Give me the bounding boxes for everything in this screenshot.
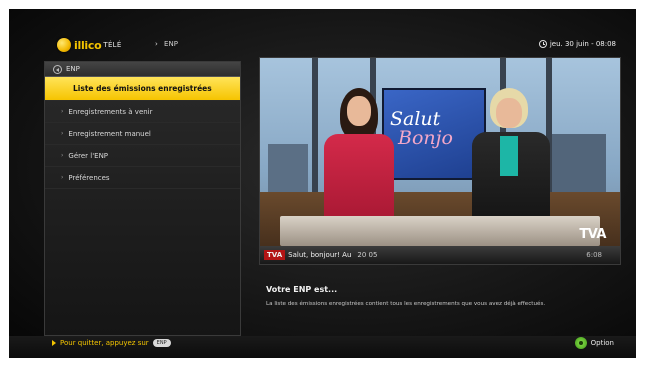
green-option-icon bbox=[574, 337, 587, 349]
menu-item-manual-recording[interactable]: › Enregistrement manuel bbox=[45, 123, 240, 145]
news-desk bbox=[280, 216, 600, 246]
back-icon bbox=[53, 64, 62, 74]
menu-header-label: ENP bbox=[66, 65, 80, 73]
ticker-text: Salut, bonjour! Au bbox=[288, 251, 352, 259]
illico-logo: illico TÉLÉ bbox=[57, 37, 122, 53]
quit-hint-label: Pour quitter, appuyez sur bbox=[60, 339, 149, 347]
datetime-label: jeu. 30 juin - 08:08 bbox=[549, 40, 616, 48]
menu-item-label: Enregistrement manuel bbox=[68, 129, 151, 138]
menu-item-manage-enp[interactable]: › Gérer l'ENP bbox=[45, 145, 240, 167]
option-label: Option bbox=[590, 339, 614, 347]
live-preview: Salut Bonjo TVA TVA Salut, bonjour! Au 2… bbox=[259, 57, 621, 265]
logo-sub: TÉLÉ bbox=[103, 41, 122, 49]
menu-item-label: Gérer l'ENP bbox=[68, 151, 109, 160]
quit-hint: Pour quitter, appuyez sur ENP bbox=[52, 339, 171, 347]
option-button[interactable]: Option bbox=[574, 337, 614, 349]
ticker-numbers: 20 05 bbox=[357, 251, 378, 259]
ticker-tag: TVA bbox=[264, 250, 286, 260]
breadcrumb-label: ENP bbox=[164, 40, 178, 48]
chevron-right-icon: › bbox=[155, 40, 158, 48]
studio-screen-text: Salut Bonjo bbox=[390, 110, 453, 148]
tv-screen: illico TÉLÉ › ENP jeu. 30 juin - 08:08 E… bbox=[9, 9, 636, 358]
breadcrumb: › ENP bbox=[155, 40, 178, 48]
enp-menu: ENP Liste des émissions enregistrées › E… bbox=[44, 61, 241, 336]
menu-item-upcoming-recordings[interactable]: › Enregistrements à venir bbox=[45, 101, 240, 123]
chevron-right-icon: › bbox=[61, 130, 64, 137]
menu-item-label: Enregistrements à venir bbox=[68, 107, 153, 116]
menu-header[interactable]: ENP bbox=[45, 62, 240, 77]
arrow-right-icon bbox=[52, 340, 56, 346]
logo-name: illico bbox=[74, 38, 102, 52]
description-title: Votre ENP est... bbox=[266, 285, 338, 294]
menu-item-label: Préférences bbox=[68, 173, 110, 182]
clock-icon bbox=[538, 40, 547, 48]
menu-item-label: Liste des émissions enregistrées bbox=[73, 84, 212, 93]
chevron-right-icon: › bbox=[61, 152, 64, 159]
illico-logo-icon bbox=[57, 38, 71, 52]
description-text: La liste des émissions enregistrées cont… bbox=[266, 301, 546, 307]
menu-item-preferences[interactable]: › Préférences bbox=[45, 167, 240, 189]
datetime: jeu. 30 juin - 08:08 bbox=[538, 40, 616, 48]
ticker-time: 6:08 bbox=[586, 251, 602, 259]
channel-logo: TVA bbox=[579, 227, 606, 242]
chevron-right-icon: › bbox=[61, 108, 64, 115]
studio-screen-line2: Bonjo bbox=[398, 127, 453, 149]
enp-key-icon: ENP bbox=[152, 339, 171, 347]
chevron-right-icon: › bbox=[61, 174, 64, 181]
news-ticker: TVA Salut, bonjour! Au 20 05 6:08 bbox=[260, 246, 620, 264]
menu-item-recorded-list[interactable]: Liste des émissions enregistrées bbox=[45, 77, 240, 101]
